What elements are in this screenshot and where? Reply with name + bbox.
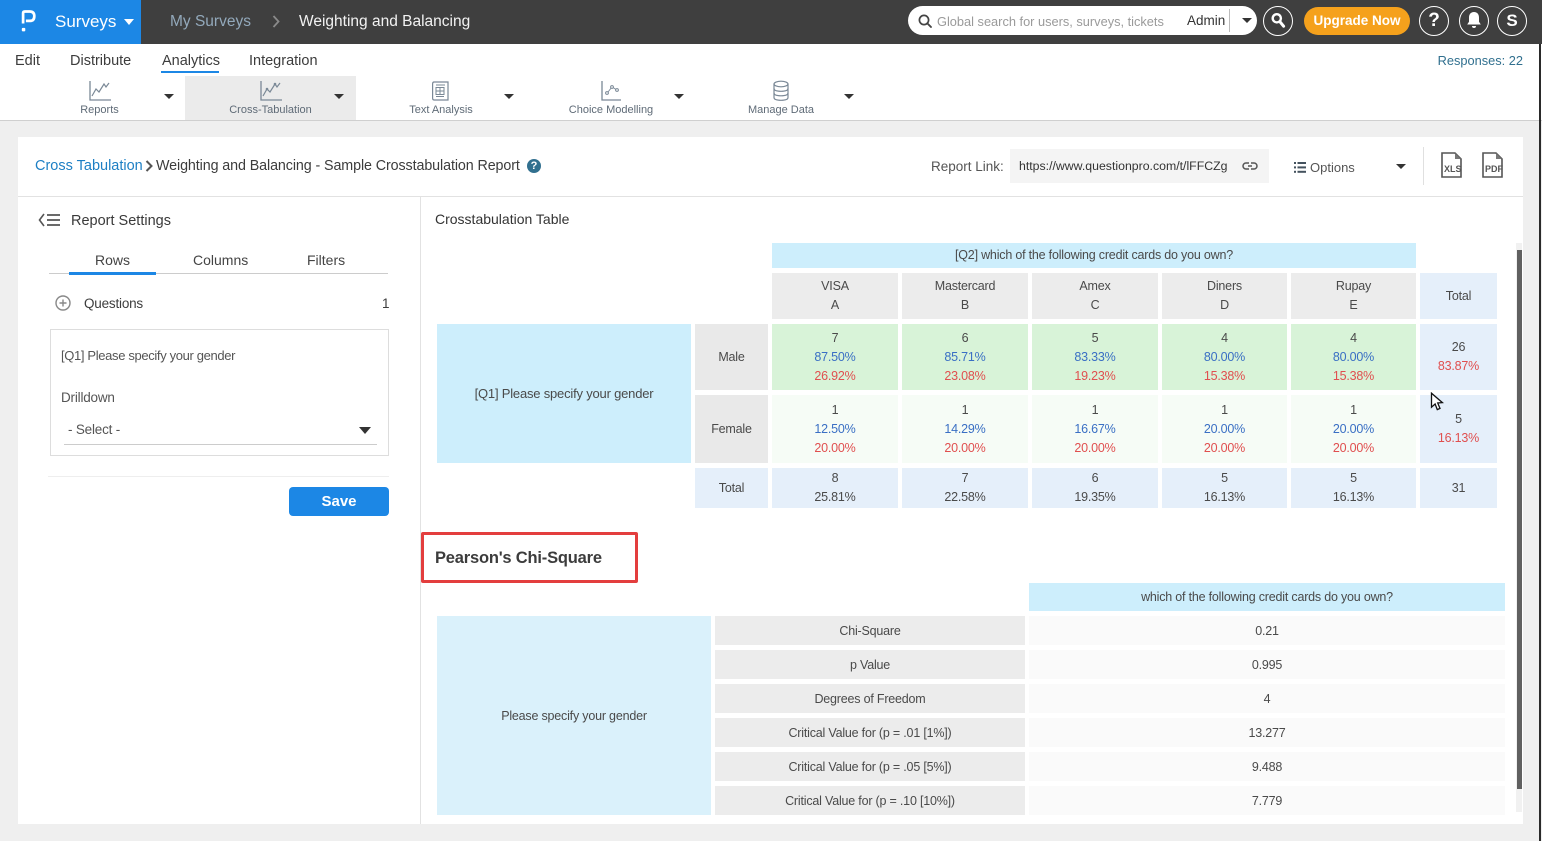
svg-text:XLS: XLS bbox=[1444, 164, 1462, 174]
svg-text:PDF: PDF bbox=[1485, 164, 1504, 174]
